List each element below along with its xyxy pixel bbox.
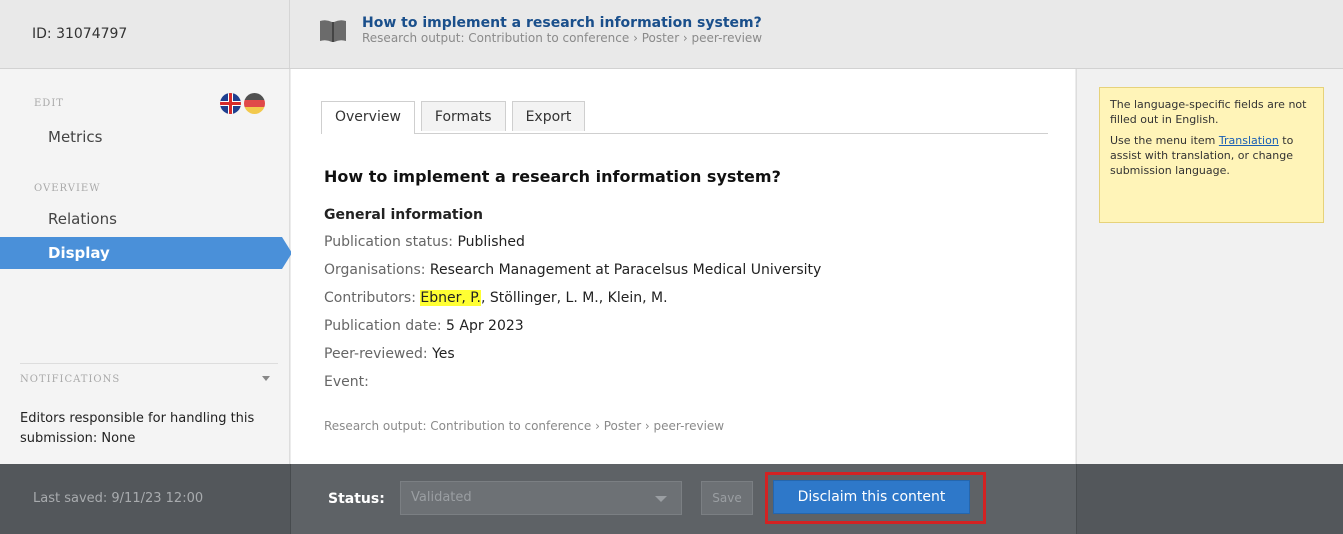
field-label: Contributors: (324, 290, 421, 306)
language-switcher (220, 93, 265, 114)
publication-date-value: 5 Apr 2023 (446, 318, 524, 334)
bottom-bar-left: Last saved: 9/11/23 12:00 (0, 464, 291, 534)
peer-reviewed-row: Peer-reviewed: Yes (324, 346, 455, 362)
organisations-value: Research Management at Paracelsus Medica… (429, 262, 822, 278)
status-label: Status: (328, 491, 385, 507)
sidebar-item-display[interactable]: Display (0, 237, 292, 269)
disclaim-content-button[interactable]: Disclaim this content (773, 480, 970, 514)
publication-date-row: Publication date: 5 Apr 2023 (324, 318, 524, 334)
header-title-group: How to implement a research information … (318, 16, 762, 46)
page-title: How to implement a research information … (324, 167, 781, 186)
notifications-text: Editors responsible for handling this su… (20, 411, 255, 446)
field-label: Publication status: (324, 234, 458, 250)
tab-overview[interactable]: Overview (321, 101, 415, 134)
section-heading: General information (324, 207, 483, 223)
field-label: Publication date: (324, 318, 447, 334)
chevron-down-icon (655, 496, 667, 502)
last-saved: Last saved: 9/11/23 12:00 (33, 491, 204, 506)
header-title-link[interactable]: How to implement a research information … (362, 16, 762, 31)
main-content: Overview Formats Export How to implement… (291, 69, 1075, 464)
peer-reviewed-value: Yes (432, 346, 455, 362)
content-type-footnote: Research output: Contribution to confere… (324, 419, 725, 433)
record-id: ID: 31074797 (0, 0, 290, 68)
tab-export[interactable]: Export (511, 101, 586, 131)
field-label: Peer-reviewed: (324, 346, 433, 362)
right-panel: The language-specific fields are not fil… (1076, 69, 1343, 464)
highlighted-contributor: Ebner, P. (420, 290, 481, 306)
status-select[interactable]: Validated (400, 481, 682, 515)
contributors-row: Contributors: Ebner, P., Stöllinger, L. … (324, 290, 668, 306)
uk-flag-icon[interactable] (220, 93, 241, 114)
field-label: Event: (324, 374, 369, 390)
sidebar-item-metrics[interactable]: Metrics (48, 128, 102, 146)
divider (20, 363, 278, 364)
overview-heading: OVERVIEW (34, 183, 101, 194)
sidebar: EDIT Metrics OVERVIEW Relations Display … (0, 69, 292, 464)
publication-status-value: Published (457, 234, 525, 250)
book-icon (320, 20, 346, 42)
contributors-value: , Stöllinger, L. M., Klein, M. (480, 290, 668, 306)
save-button[interactable]: Save (701, 481, 753, 515)
edit-heading: EDIT (34, 98, 64, 109)
publication-status-row: Publication status: Published (324, 234, 525, 250)
header-bar: ID: 31074797 How to implement a research… (0, 0, 1343, 69)
organisations-row: Organisations: Research Management at Pa… (324, 262, 821, 278)
bottom-bar-right (1076, 464, 1343, 534)
sidebar-item-relations[interactable]: Relations (48, 210, 117, 228)
notifications-toggle[interactable]: NOTIFICATIONS (20, 374, 270, 385)
bottom-bar: Last saved: 9/11/23 12:00 Status: Valida… (0, 464, 1343, 534)
warning-hint: Use the menu item Translation to assist … (1110, 134, 1294, 177)
chevron-down-icon (262, 376, 270, 381)
tab-formats[interactable]: Formats (420, 101, 506, 131)
status-value: Validated (411, 490, 472, 505)
warning-text: The language-specific fields are not fil… (1110, 98, 1307, 126)
tab-bar: Overview Formats Export (321, 101, 1048, 134)
sidebar-item-label: Display (48, 244, 110, 262)
header-subtitle: Research output: Contribution to confere… (362, 31, 763, 45)
notifications-heading: NOTIFICATIONS (20, 374, 121, 385)
field-label: Organisations: (324, 262, 430, 278)
event-row: Event: (324, 374, 369, 390)
language-warning: The language-specific fields are not fil… (1099, 87, 1324, 223)
de-flag-icon[interactable] (244, 93, 265, 114)
translation-link[interactable]: Translation (1219, 134, 1279, 147)
